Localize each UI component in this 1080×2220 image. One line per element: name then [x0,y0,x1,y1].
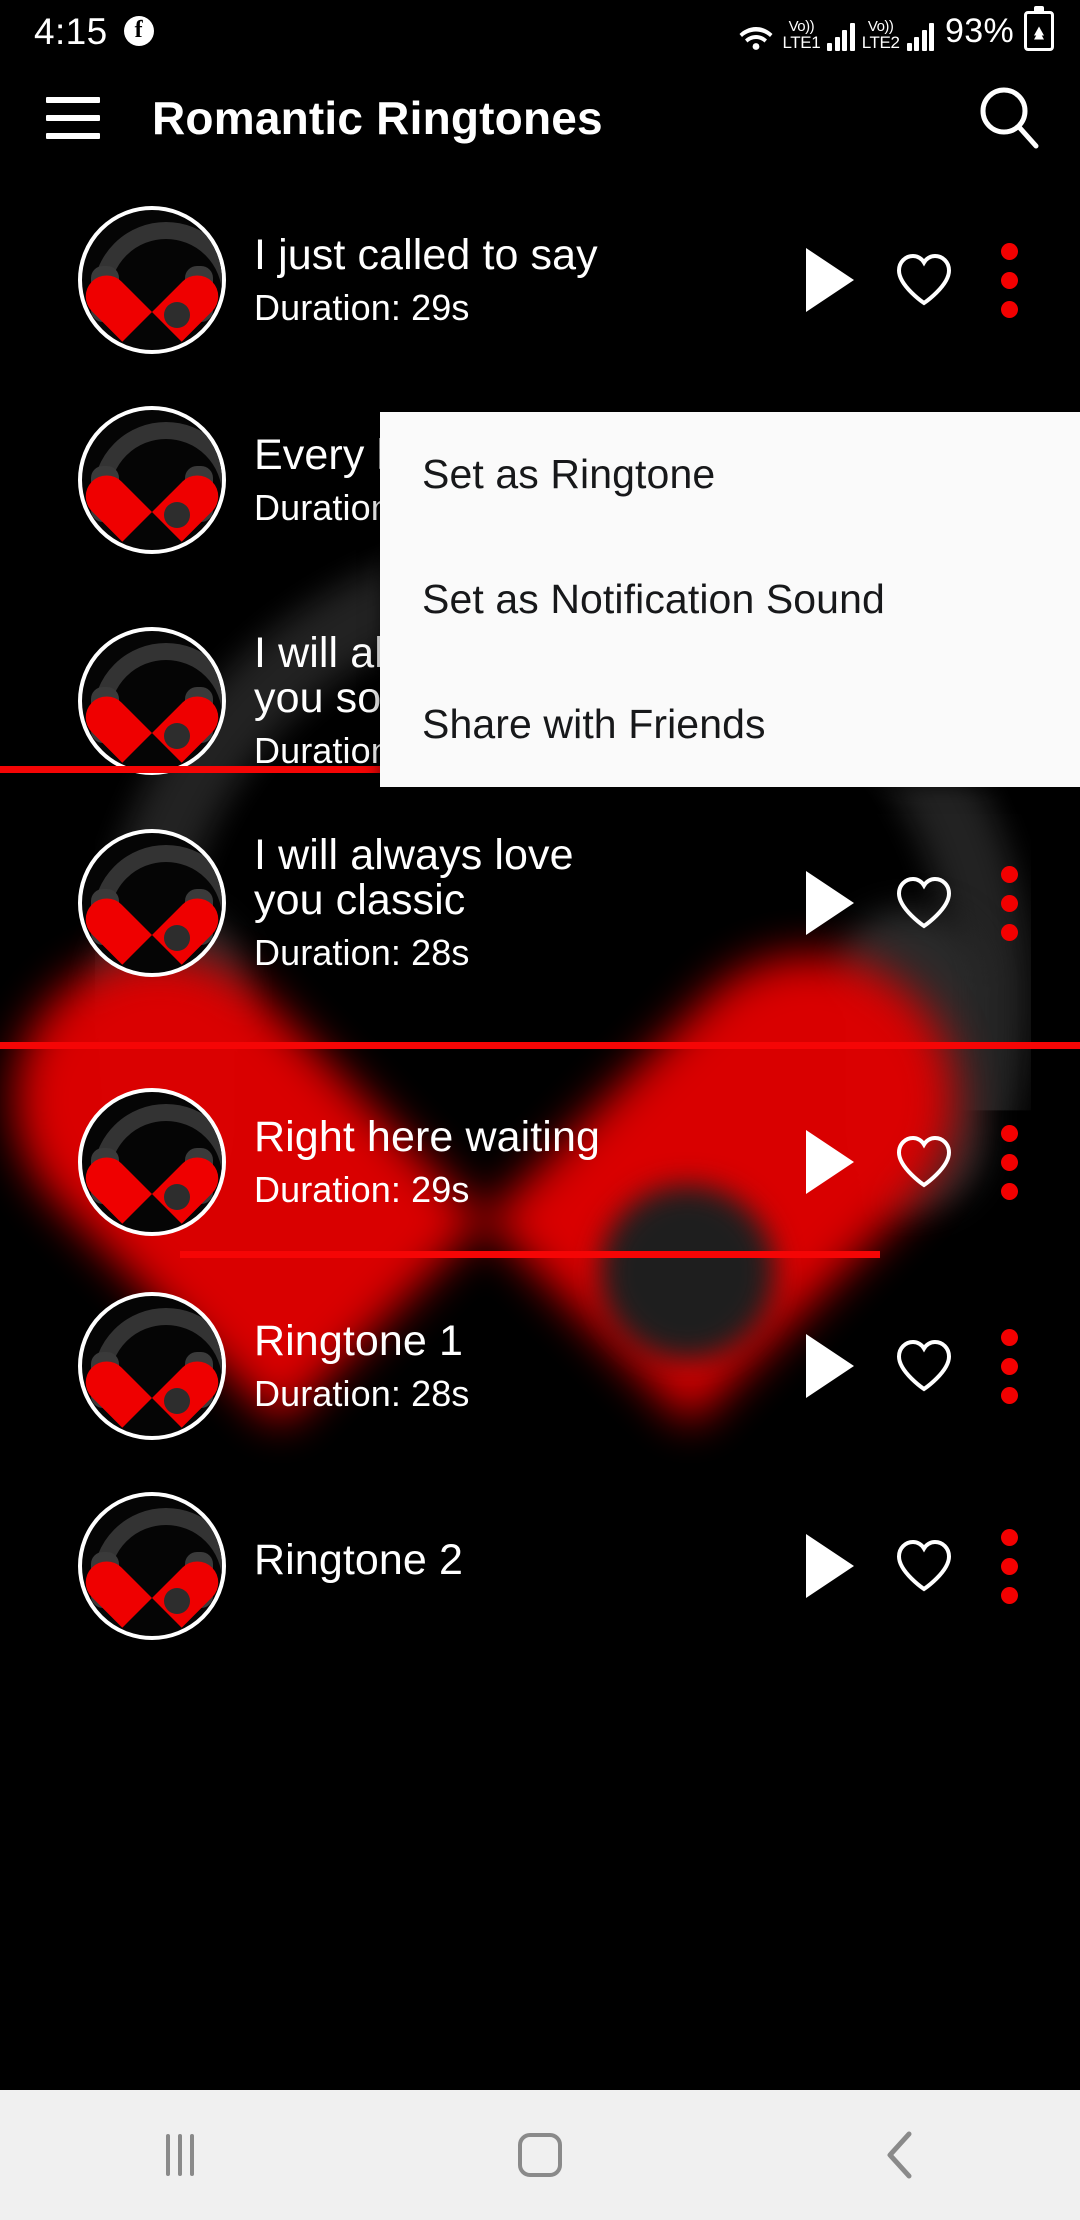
sim2-network-label: LTE2 [861,33,900,52]
row-actions [784,242,1046,318]
play-icon[interactable] [784,1130,876,1194]
play-icon[interactable] [784,1334,876,1398]
ringtone-duration: Duration: 28s [254,1372,470,1414]
ringtone-title: Right here waiting [254,1112,600,1161]
more-vertical-icon[interactable] [972,242,1046,318]
list-separator [180,1251,880,1258]
ringtone-info: I will always love you classic Duration:… [254,831,784,974]
play-icon[interactable] [784,1534,876,1598]
sim1-volte-indicator: Vo)) LTE1 [782,19,820,51]
search-icon[interactable] [972,81,1046,155]
ringtone-info: Ringtone 1 Duration: 28s [254,1316,784,1414]
system-navigation-bar [0,2090,1080,2220]
ringtone-thumbnail [78,206,226,354]
status-bar-time: 4:15 [34,10,108,52]
heart-outline-icon[interactable] [876,1134,972,1190]
menu-item-set-as-notification-sound[interactable]: Set as Notification Sound [380,537,1080,662]
ringtone-title: Ringtone 1 [254,1316,463,1365]
row-actions [784,1124,1046,1200]
wifi-icon [737,21,775,51]
sim2-signal-bars [906,23,935,51]
ringtone-duration: Duration: 29s [254,286,470,328]
sim2-volte-indicator: Vo)) LTE2 [862,19,900,51]
status-bar: 4:15 Vo)) LTE1 Vo)) LTE2 93% [0,0,1080,62]
more-vertical-icon[interactable] [972,1528,1046,1604]
menu-item-set-as-ringtone[interactable]: Set as Ringtone [380,412,1080,537]
play-icon[interactable] [784,871,876,935]
battery-charging-icon [1024,11,1054,51]
mic-icon [164,925,190,951]
list-item[interactable]: I just called to say Duration: 29s [0,192,1080,368]
ringtone-thumbnail [78,1492,226,1640]
ringtone-title: I will always love you classic [254,831,574,925]
ringtone-thumbnail [78,406,226,554]
row-actions [784,1528,1046,1604]
list-item[interactable]: Right here waiting Duration: 29s [0,1074,1080,1250]
sim2-volte-label: Vo)) [867,18,894,35]
mic-icon [164,1588,190,1614]
ringtone-duration: Duration: 28s [254,932,470,974]
ringtone-duration: Duration: 29s [254,1168,470,1210]
row-actions [784,1328,1046,1404]
sim1-network-label: LTE1 [782,33,821,52]
heart-outline-icon[interactable] [876,1538,972,1594]
row-actions [784,865,1046,941]
list-item[interactable]: Ringtone 1 Duration: 28s [0,1278,1080,1454]
status-bar-indicators: Vo)) LTE1 Vo)) LTE2 93% [737,11,1054,51]
list-separator [0,1042,1080,1049]
ringtone-thumbnail [78,829,226,977]
facebook-icon [123,16,154,46]
ringtone-title: I just called to say [254,230,598,279]
mic-icon [164,1388,190,1414]
mic-icon [164,1184,190,1210]
heart-outline-icon[interactable] [876,1338,972,1394]
sim1-volte-label: Vo)) [788,18,815,35]
hamburger-menu-icon[interactable] [46,97,100,139]
list-item[interactable]: Ringtone 2 [0,1478,1080,1654]
heart-outline-icon[interactable] [876,252,972,308]
more-vertical-icon[interactable] [972,1124,1046,1200]
ringtone-thumbnail [78,627,226,775]
ringtone-info: I just called to say Duration: 29s [254,230,784,328]
menu-item-share-with-friends[interactable]: Share with Friends [380,662,1080,787]
phone-screen: 4:15 Vo)) LTE1 Vo)) LTE2 93% [0,0,1080,2220]
mic-icon [164,302,190,328]
more-vertical-icon[interactable] [972,865,1046,941]
ringtone-info: Ringtone 2 [254,1538,784,1593]
page-title: Romantic Ringtones [152,92,603,144]
mic-icon [164,723,190,749]
context-menu-popup: Set as Ringtone Set as Notification Soun… [380,412,1080,787]
ringtone-thumbnail [78,1088,226,1236]
heart-outline-icon[interactable] [876,875,972,931]
ringtone-title: Ringtone 2 [254,1536,463,1585]
app-bar: Romantic Ringtones [0,62,1080,174]
back-chevron-icon[interactable] [720,2090,1080,2220]
home-icon[interactable] [360,2090,720,2220]
battery-percent-label: 93% [945,12,1014,50]
sim1-signal-bars [827,23,855,51]
play-icon[interactable] [784,248,876,312]
ringtone-thumbnail [78,1292,226,1440]
ringtone-info: Right here waiting Duration: 29s [254,1112,784,1210]
more-vertical-icon[interactable] [972,1328,1046,1404]
recents-icon[interactable] [0,2090,360,2220]
list-item[interactable]: I will always love you classic Duration:… [0,794,1080,1012]
mic-icon [164,502,190,528]
